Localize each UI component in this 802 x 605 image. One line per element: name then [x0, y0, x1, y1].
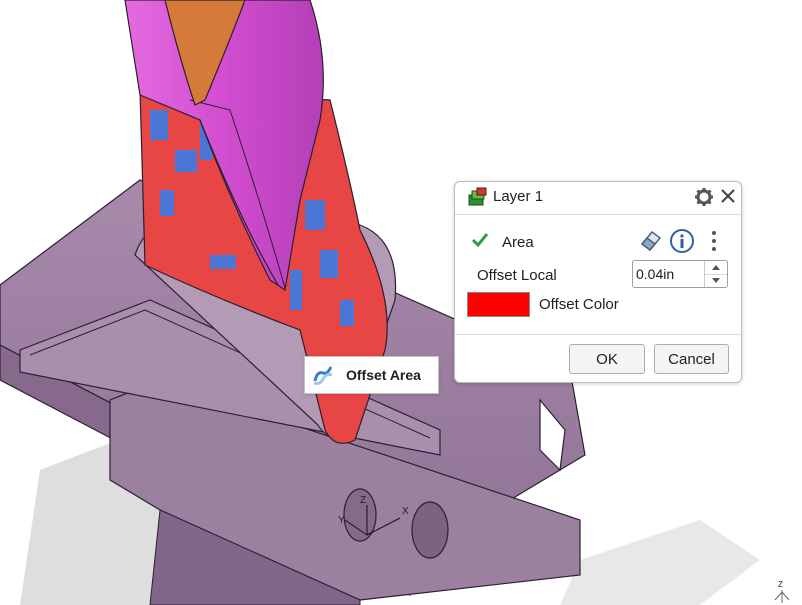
dialog-title: Layer 1	[493, 188, 544, 205]
offset-area-icon	[313, 366, 333, 385]
info-icon[interactable]	[669, 228, 695, 254]
layer-icon	[468, 187, 487, 206]
cancel-button[interactable]: Cancel	[654, 344, 729, 374]
eraser-icon[interactable]	[638, 228, 664, 252]
corner-triad-z-label: Z	[778, 580, 783, 589]
offset-color-swatch[interactable]	[467, 292, 530, 317]
corner-triad	[774, 590, 790, 603]
offset-area-tooltip: Offset Area	[304, 356, 439, 394]
spin-up-icon[interactable]	[705, 261, 727, 275]
offset-local-input[interactable]	[636, 264, 704, 284]
spin-down-icon[interactable]	[705, 274, 727, 287]
offset-local-spinner[interactable]	[704, 261, 727, 287]
part-shadow-right	[560, 520, 760, 605]
part-hole	[411, 501, 449, 559]
close-icon[interactable]	[717, 185, 739, 207]
more-options-icon[interactable]	[707, 228, 721, 254]
title-separator	[455, 214, 741, 215]
offset-local-label: Offset Local	[477, 267, 557, 284]
tooltip-label: Offset Area	[346, 367, 421, 383]
offset-local-field[interactable]	[632, 260, 728, 288]
triad-x-label: X	[402, 506, 409, 517]
button-separator	[455, 334, 741, 335]
ok-button[interactable]: OK	[569, 344, 645, 374]
checkmark-icon	[471, 233, 489, 248]
triad-y-label: Y	[338, 515, 345, 526]
area-label: Area	[502, 234, 534, 251]
layer-dialog: Layer 1 Area Offset Local 0.04in Offset …	[454, 181, 742, 383]
offset-color-label: Offset Color	[539, 296, 619, 313]
gear-icon[interactable]	[693, 186, 715, 208]
triad-z-label: Z	[360, 495, 367, 506]
